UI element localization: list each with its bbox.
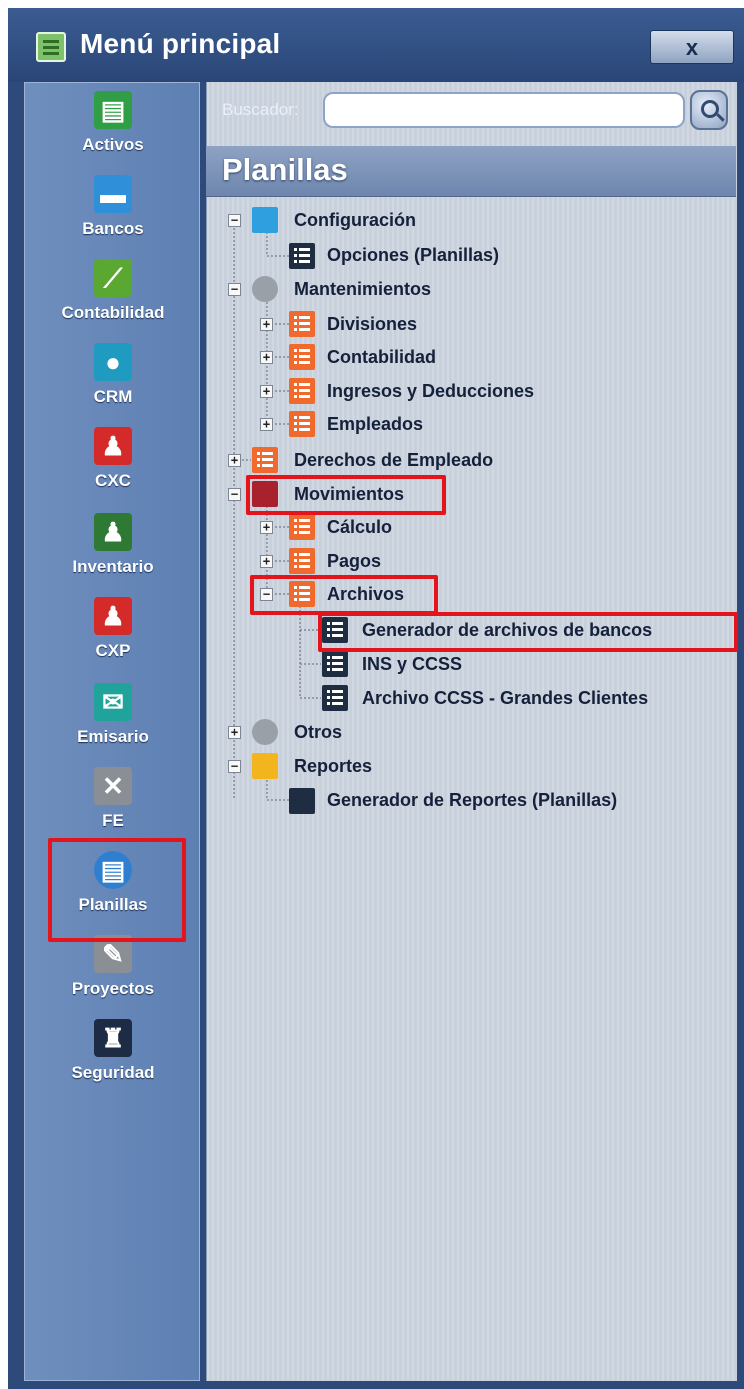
tree-node-label: Cálculo <box>327 517 393 537</box>
tree-node-label: Configuración <box>294 210 416 230</box>
tree-node-label: Ingresos y Deducciones <box>327 381 535 401</box>
list-icon <box>322 685 348 711</box>
list-icon <box>252 447 278 473</box>
collapse-icon[interactable]: − <box>228 760 241 773</box>
gear-icon <box>252 276 278 302</box>
tree-node-label: Derechos de Empleado <box>294 450 494 470</box>
tree-node-label: Divisiones <box>327 314 418 334</box>
collapse-icon[interactable]: − <box>228 214 241 227</box>
tree-node-label: Empleados <box>327 414 424 434</box>
archivos-highlight-box <box>250 575 438 615</box>
expand-icon[interactable]: + <box>260 351 273 364</box>
tree-node-label: Otros <box>294 722 343 742</box>
expand-icon[interactable]: + <box>228 454 241 467</box>
expand-icon[interactable]: + <box>260 555 273 568</box>
tree-node-label: INS y CCSS <box>362 654 463 674</box>
list-icon <box>289 243 315 269</box>
expand-icon[interactable]: + <box>260 385 273 398</box>
tree-node-label: Pagos <box>327 551 382 571</box>
tree-node-label: Mantenimientos <box>294 279 432 299</box>
tree-node-label: Reportes <box>294 756 373 776</box>
movimientos-highlight-box <box>246 475 446 515</box>
expand-icon[interactable]: + <box>228 726 241 739</box>
tree-node-label: Opciones (Planillas) <box>327 245 500 265</box>
list-icon <box>289 411 315 437</box>
collapse-icon[interactable]: − <box>228 283 241 296</box>
generador-bancos-highlight-box <box>318 612 738 652</box>
list-icon <box>322 651 348 677</box>
list-icon <box>289 378 315 404</box>
list-icon <box>289 514 315 540</box>
list-icon <box>289 548 315 574</box>
tree-node-label: Archivo CCSS - Grandes Clientes <box>362 688 649 708</box>
collapse-icon[interactable]: − <box>228 488 241 501</box>
list-icon <box>289 344 315 370</box>
expand-icon[interactable]: + <box>260 418 273 431</box>
tools-icon <box>252 207 278 233</box>
list-icon <box>289 311 315 337</box>
gear-icon <box>252 719 278 745</box>
report-icon <box>252 753 278 779</box>
tree-node-label: Contabilidad <box>327 347 436 367</box>
expand-icon[interactable]: + <box>260 521 273 534</box>
expand-icon[interactable]: + <box>260 318 273 331</box>
tree-node-label: Generador de Reportes (Planillas) <box>327 790 618 810</box>
printer-icon <box>289 788 315 814</box>
